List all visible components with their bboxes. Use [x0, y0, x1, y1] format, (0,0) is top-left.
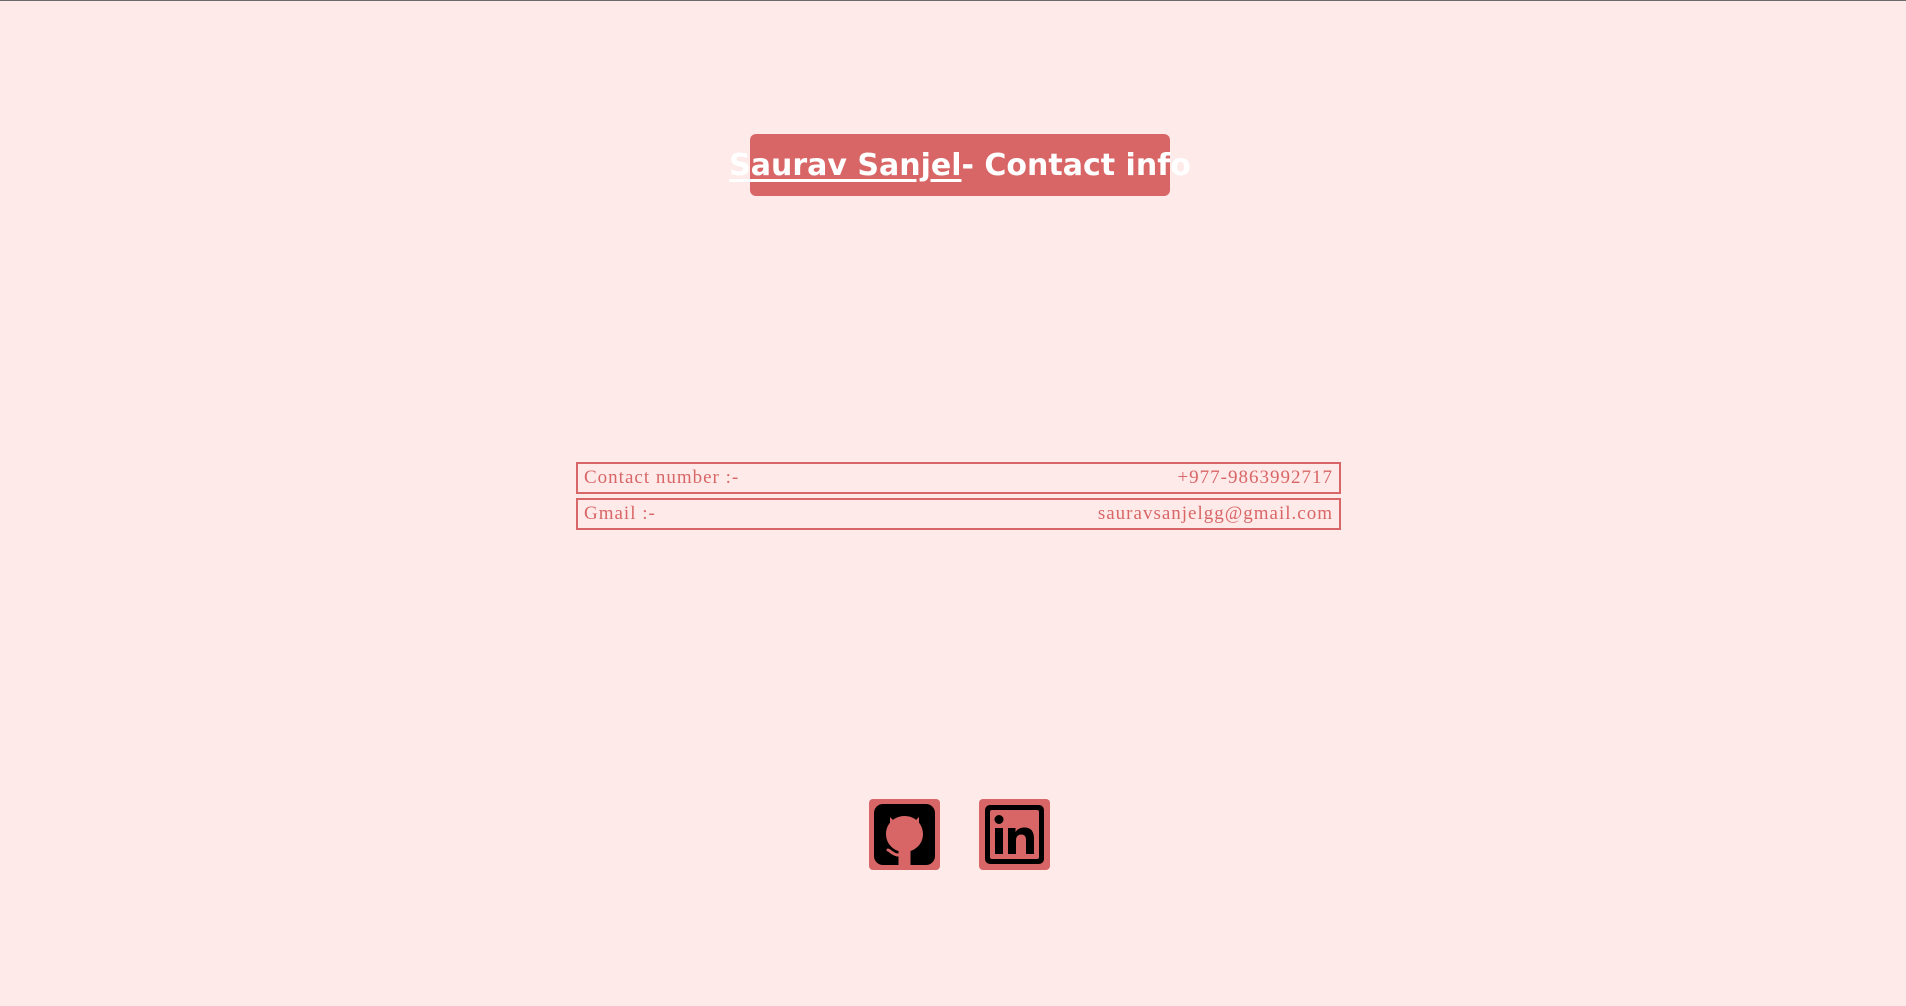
contact-number-value: +977-9863992717	[1177, 467, 1333, 488]
linkedin-link[interactable]	[979, 799, 1050, 870]
contact-number-row: Contact number :- +977-9863992717	[576, 462, 1341, 494]
github-icon	[873, 803, 936, 866]
gmail-value: sauravsanjelgg@gmail.com	[1097, 503, 1333, 524]
page-title: Saurav Sanjel - Contact info	[729, 134, 1191, 196]
gmail-label: Gmail :-	[584, 503, 656, 524]
github-link[interactable]	[869, 799, 940, 870]
title-suffix: - Contact info	[961, 147, 1191, 183]
top-border	[0, 0, 1906, 1]
gmail-row: Gmail :- sauravsanjelgg@gmail.com	[576, 498, 1341, 530]
home-link[interactable]: Saurav Sanjel	[729, 148, 961, 183]
linkedin-icon	[983, 803, 1046, 866]
contact-number-label: Contact number :-	[584, 467, 740, 488]
